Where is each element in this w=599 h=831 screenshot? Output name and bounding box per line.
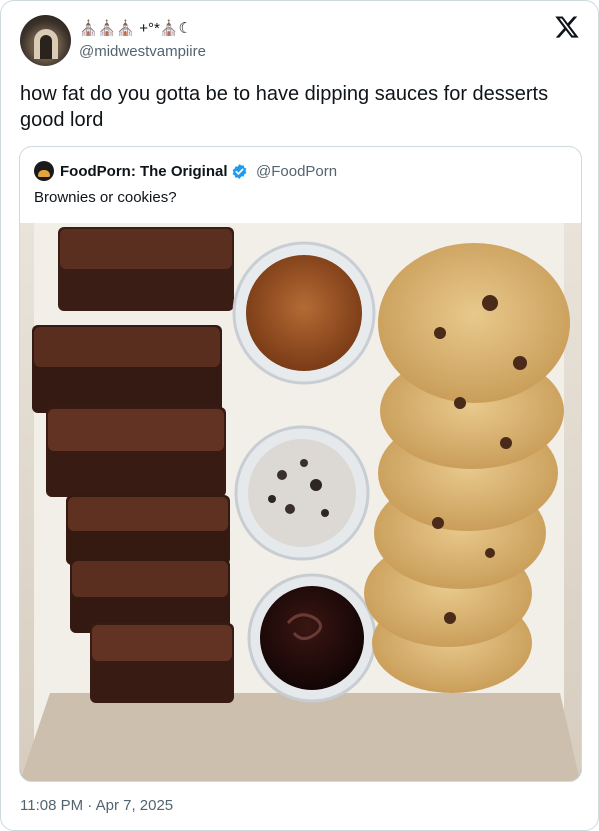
quoted-photo[interactable] [20,223,581,781]
quoted-avatar[interactable] [34,161,54,181]
chocolate-cup [247,573,377,703]
quoted-author-name[interactable]: FoodPorn: The Original [60,163,228,180]
x-logo-icon[interactable] [554,14,580,40]
author-handle[interactable]: @midwestvampiire [79,43,206,60]
tweet-card: ⛪⛪⛪ +°*⛪☾ @midwestvampiire how fat do yo… [0,0,599,831]
verified-badge-icon [232,164,247,179]
avatar-doorway-shape [40,35,52,59]
quoted-author-handle[interactable]: @FoodPorn [256,163,337,180]
avatar[interactable] [20,15,71,66]
timestamp[interactable]: 11:08 PM · Apr 7, 2025 [20,797,173,814]
tweet-text: how fat do you gotta be to have dipping … [20,83,549,131]
author-display-name[interactable]: ⛪⛪⛪ +°*⛪☾ [79,19,192,37]
cookies-cream-cup [234,425,370,561]
quoted-tweet-text: Brownies or cookies? [34,189,177,206]
quoted-tweet[interactable]: FoodPorn: The Original @FoodPorn Brownie… [19,146,582,782]
caramel-cup [232,241,376,385]
